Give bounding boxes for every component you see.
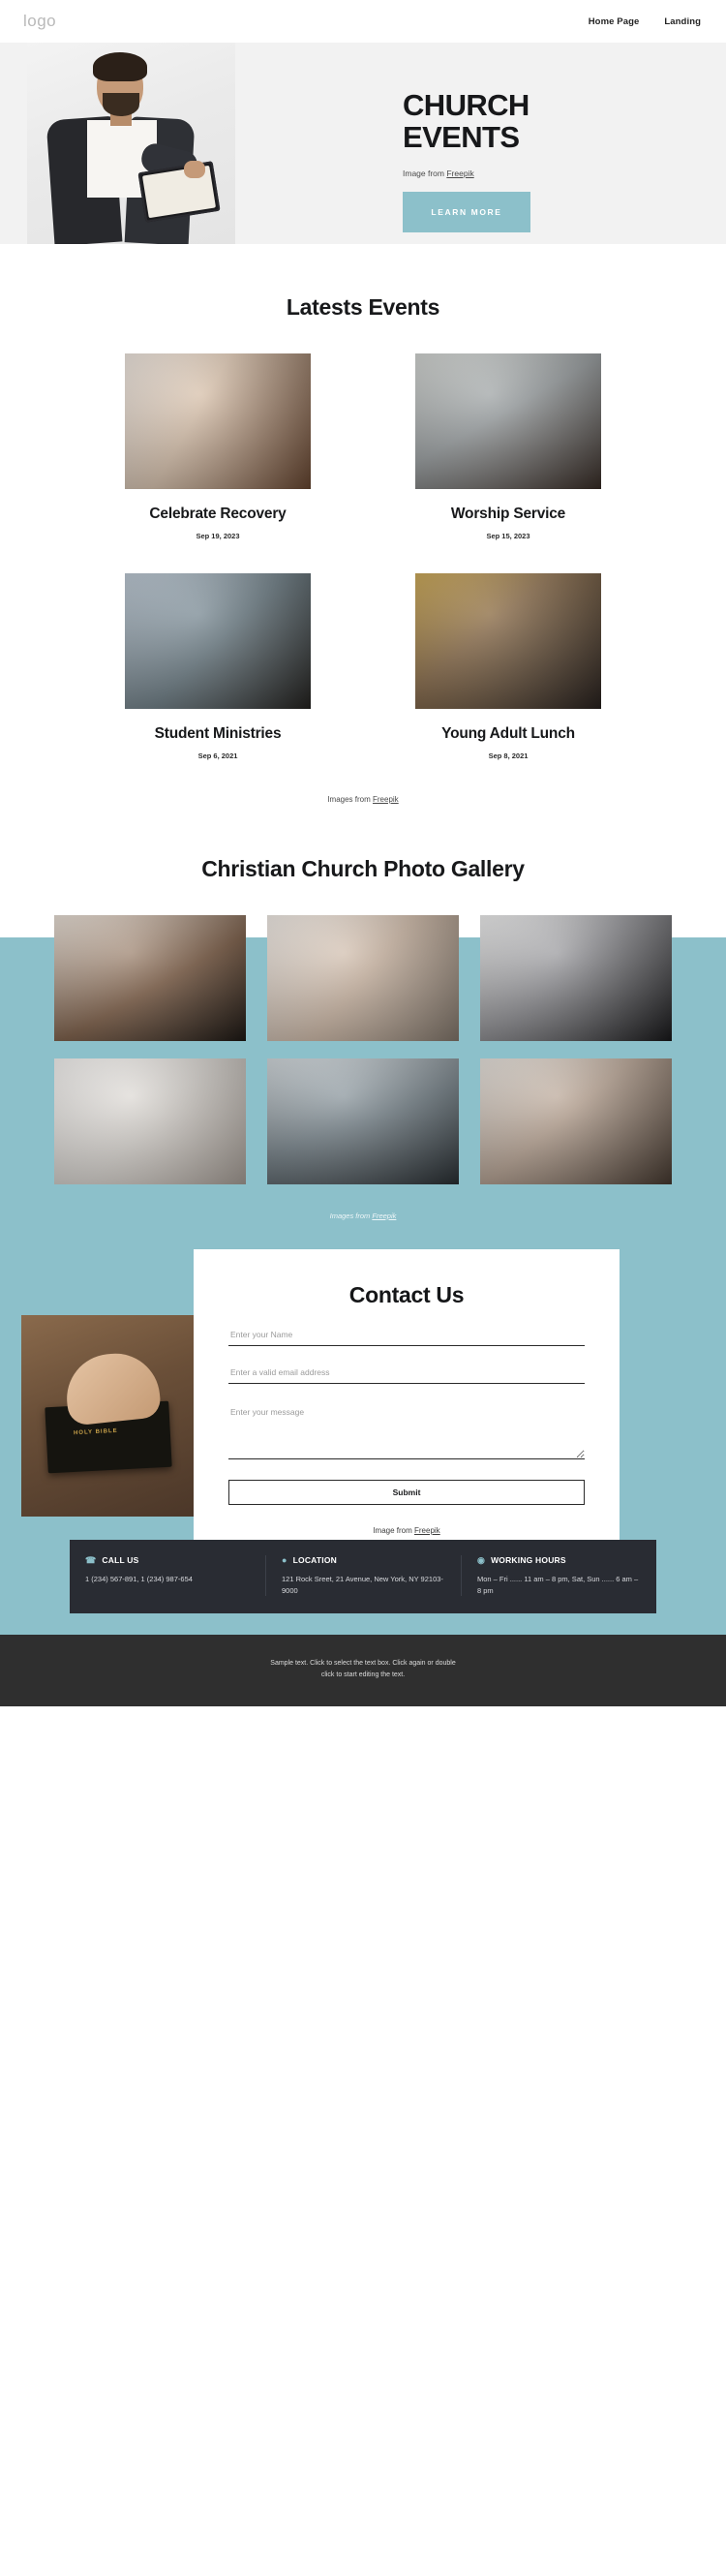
name-field[interactable]: [228, 1330, 585, 1346]
gallery-section-title: Christian Church Photo Gallery: [201, 856, 525, 881]
call-us-heading: ☎ CALL US: [85, 1555, 250, 1565]
event-card[interactable]: Young Adult Lunch Sep 8, 2021: [415, 573, 601, 760]
nav-item-home-page[interactable]: Home Page: [589, 16, 640, 27]
working-hours-heading: ◉ WORKING HOURS: [477, 1555, 641, 1565]
call-us-value: 1 (234) 567-891, 1 (234) 987-654: [85, 1575, 193, 1583]
contact-image-credit: Image from Freepik: [228, 1526, 585, 1535]
event-title: Worship Service: [450, 506, 566, 522]
gallery-images-credit: Images from Freepik: [0, 1211, 726, 1249]
event-card[interactable]: Student Ministries Sep 6, 2021: [125, 573, 311, 760]
hero-credit-link[interactable]: Freepik: [446, 169, 473, 178]
hero-credit-prefix: Image from: [403, 168, 447, 178]
events-credit-prefix: Images from: [327, 795, 373, 804]
event-date: Sep 19, 2023: [196, 532, 240, 540]
hero-text-block: CHURCH EVENTS Image from Freepik LEARN M…: [403, 89, 693, 232]
event-title: Student Ministries: [154, 725, 282, 742]
event-thumbnail[interactable]: [125, 573, 311, 709]
event-date: Sep 6, 2021: [197, 751, 238, 760]
nav-item-landing[interactable]: Landing: [664, 16, 701, 27]
contact-form-card: Contact Us Submit Image from Freepik: [194, 1249, 620, 1564]
location-value: 121 Rock Sreet, 21 Avenue, New York, NY …: [282, 1575, 443, 1595]
hero-title: CHURCH EVENTS: [403, 89, 693, 154]
location-label: LOCATION: [292, 1555, 337, 1565]
events-images-credit: Images from Freepik: [0, 795, 726, 804]
working-hours-value: Mon – Fri ...... 11 am – 8 pm, Sat, Sun …: [477, 1575, 639, 1595]
event-title: Young Adult Lunch: [441, 725, 575, 742]
latest-events-section: Latests Events Celebrate Recovery Sep 19…: [0, 244, 726, 813]
gallery-item[interactable]: [54, 1058, 246, 1184]
gallery-item[interactable]: [480, 915, 672, 1041]
submit-button[interactable]: Submit: [228, 1480, 585, 1505]
clock-icon: ◉: [477, 1554, 486, 1565]
info-column-call-us: ☎ CALL US 1 (234) 567-891, 1 (234) 987-6…: [70, 1555, 265, 1596]
contact-band-spacer: [0, 1613, 726, 1636]
event-card[interactable]: Worship Service Sep 15, 2023: [415, 353, 601, 540]
contact-title: Contact Us: [348, 1282, 465, 1307]
gallery-credit-prefix: Images from: [329, 1211, 373, 1220]
gallery-item[interactable]: [54, 915, 246, 1041]
gallery-item[interactable]: [267, 1058, 459, 1184]
message-field[interactable]: [228, 1405, 585, 1459]
phone-icon: ☎: [85, 1554, 97, 1565]
gallery-item[interactable]: [480, 1058, 672, 1184]
email-field[interactable]: [228, 1367, 585, 1384]
learn-more-button[interactable]: LEARN MORE: [403, 191, 530, 232]
event-thumbnail[interactable]: [415, 353, 601, 489]
gallery-item[interactable]: [267, 915, 459, 1041]
logo[interactable]: logo: [23, 12, 56, 31]
event-date: Sep 8, 2021: [488, 751, 529, 760]
event-card[interactable]: Celebrate Recovery Sep 19, 2023: [125, 353, 311, 540]
hero-title-line-1: CHURCH: [403, 88, 529, 122]
hero-section: CHURCH EVENTS Image from Freepik LEARN M…: [0, 43, 726, 244]
event-thumbnail[interactable]: [415, 573, 601, 709]
event-date: Sep 15, 2023: [486, 532, 530, 540]
gallery-credit-link[interactable]: Freepik: [372, 1211, 396, 1220]
info-column-location: ● LOCATION 121 Rock Sreet, 21 Avenue, Ne…: [265, 1555, 461, 1597]
contact-image-praying-hands-on-bible: HOLY BIBLE: [21, 1315, 211, 1517]
info-column-working-hours: ◉ WORKING HOURS Mon – Fri ...... 11 am –…: [461, 1555, 656, 1597]
hero-title-line-2: EVENTS: [403, 120, 520, 155]
photo-gallery-section: Christian Church Photo Gallery Images fr…: [0, 813, 726, 1249]
location-heading: ● LOCATION: [282, 1555, 445, 1565]
events-section-title: Latests Events: [286, 294, 440, 320]
contact-credit-link[interactable]: Freepik: [414, 1526, 440, 1535]
events-credit-link[interactable]: Freepik: [373, 795, 399, 804]
contact-info-bar: ☎ CALL US 1 (234) 567-891, 1 (234) 987-6…: [70, 1540, 656, 1614]
site-header: logo Home Page Landing: [0, 0, 726, 43]
gallery-grid: [23, 915, 703, 1184]
map-pin-icon: ●: [282, 1554, 287, 1565]
contact-credit-prefix: Image from: [373, 1526, 414, 1535]
hero-image-man-reading-bible: [27, 43, 235, 244]
footer-sample-text-line-2: click to start editing the text.: [320, 1671, 406, 1679]
contact-section: HOLY BIBLE Contact Us Submit Image from …: [0, 1249, 726, 1636]
events-grid: Celebrate Recovery Sep 19, 2023 Worship …: [23, 353, 703, 760]
event-title: Celebrate Recovery: [149, 506, 287, 522]
working-hours-label: WORKING HOURS: [491, 1555, 566, 1565]
call-us-label: CALL US: [102, 1555, 139, 1565]
site-footer: Sample text. Click to select the text bo…: [0, 1635, 726, 1707]
hero-image-credit: Image from Freepik: [403, 169, 693, 178]
event-thumbnail[interactable]: [125, 353, 311, 489]
footer-sample-text-line-1: Sample text. Click to select the text bo…: [270, 1660, 456, 1668]
main-navigation: Home Page Landing: [589, 16, 701, 27]
